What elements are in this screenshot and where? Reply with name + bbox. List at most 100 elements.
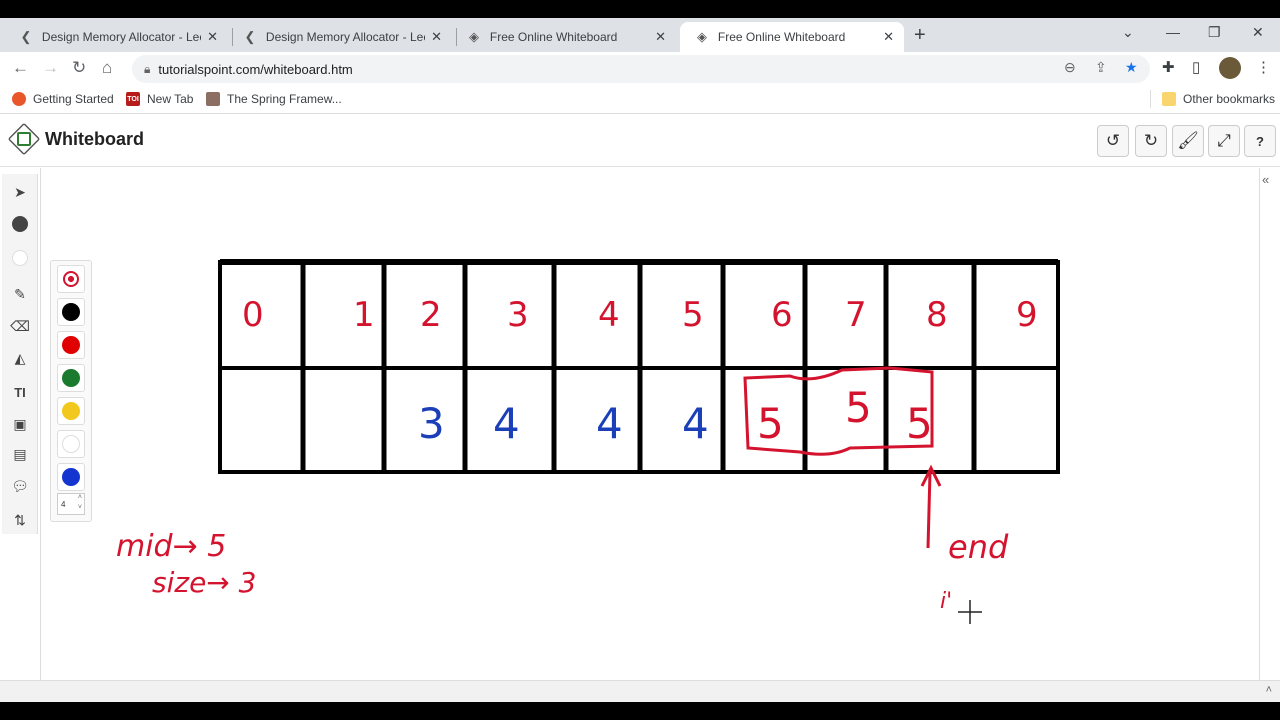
whiteboard-area: « ➤ ✎ ⌫ ◭ TI ▣ ▤ 💬︎ ⇅ 4 ˄ ˅	[0, 168, 1280, 680]
shapes-icon: ◭	[14, 349, 26, 366]
side-panel-icon[interactable]: ▯	[1192, 58, 1200, 76]
tab-1[interactable]: ❮ Design Memory Allocator - LeetC ✕	[4, 22, 228, 52]
stroke-size-stepper[interactable]: 4 ˄ ˅	[57, 493, 85, 515]
bookmark-item[interactable]: Getting Started	[12, 92, 114, 106]
color-swatch-green[interactable]	[57, 364, 85, 392]
image-icon: ▣	[13, 415, 27, 432]
help-icon: ?	[1256, 133, 1264, 149]
brush-icon: 🖌︎	[1177, 131, 1199, 150]
leetcode-icon: ❮	[244, 29, 256, 44]
close-icon[interactable]: ✕	[655, 29, 666, 45]
status-strip: ˄	[0, 680, 1280, 702]
other-bookmarks[interactable]: Other bookmarks	[1162, 92, 1275, 106]
size-large-tool[interactable]	[6, 210, 34, 238]
tab-title: Design Memory Allocator - LeetC	[41, 30, 202, 44]
chat-tool[interactable]: 💬︎	[6, 472, 34, 500]
avatar[interactable]	[1219, 57, 1241, 79]
extensions-icon[interactable]: ✚	[1162, 58, 1175, 76]
close-icon[interactable]: ✕	[883, 29, 894, 45]
eraser-tool[interactable]: ⌫	[6, 312, 34, 340]
zoom-icon[interactable]: ⊖	[1064, 59, 1076, 76]
divider	[1150, 90, 1151, 108]
eraser-icon: ⌫	[10, 317, 30, 334]
color-swatch-white[interactable]	[57, 430, 85, 458]
tab-search-icon[interactable]: ⌄	[1122, 24, 1134, 41]
chevron-down-icon[interactable]: ˅	[78, 504, 82, 511]
shapes-tool[interactable]: ◭	[6, 344, 34, 372]
color-dot	[62, 369, 80, 387]
circle-filled-icon	[12, 216, 28, 232]
image-tool[interactable]: ▣	[6, 410, 34, 438]
tab-title: Free Online Whiteboard	[489, 30, 618, 44]
stop-icon	[63, 271, 79, 287]
chat-icon: 💬︎	[11, 477, 29, 494]
help-button[interactable]: ?	[1244, 125, 1276, 157]
reload-icon[interactable]: ↻	[72, 58, 86, 78]
stroke-size-value: 4	[61, 500, 66, 509]
back-icon[interactable]: ←	[12, 58, 29, 78]
shield-icon	[206, 92, 220, 106]
size-empty-tool[interactable]	[6, 244, 34, 272]
app-header: Whiteboard ↺ ↻ 🖌︎ ⤢ ?	[0, 115, 1280, 167]
pencil-tool[interactable]: ✎	[6, 280, 34, 308]
bookmarks-bar: Getting Started TOI New Tab The Spring F…	[0, 86, 1280, 114]
text-icon: TI	[14, 384, 26, 400]
bookmark-label: The Spring Framew...	[227, 92, 342, 106]
minimize-icon[interactable]: —	[1166, 24, 1180, 40]
select-tool[interactable]: ➤	[6, 178, 34, 206]
tab-strip: ❮ Design Memory Allocator - LeetC ✕ ❮ De…	[0, 18, 1280, 52]
pointer-icon: ➤	[14, 183, 26, 200]
home-icon[interactable]: ⌂	[102, 58, 112, 78]
collapse-panel-icon[interactable]: «	[1262, 172, 1269, 187]
sort-tool[interactable]: ⇅	[6, 506, 34, 534]
chevron-up-icon[interactable]: ˄	[1266, 684, 1272, 696]
bookmark-item[interactable]: The Spring Framew...	[206, 92, 342, 106]
logo-mark	[17, 132, 31, 146]
whiteboard-canvas[interactable]	[40, 168, 1260, 680]
browser-window: ❮ Design Memory Allocator - LeetC ✕ ❮ De…	[0, 18, 1280, 702]
tab-4-active[interactable]: ◈ Free Online Whiteboard ✕	[680, 22, 904, 52]
whiteboard-icon: ◈	[696, 29, 707, 44]
url-text: tutorialspoint.com/whiteboard.htm	[158, 61, 353, 77]
text-tool[interactable]: TI	[6, 378, 34, 406]
color-swatch-red[interactable]	[57, 331, 85, 359]
pencil-icon: ✎	[14, 285, 26, 302]
whiteboard-icon: ◈	[468, 29, 479, 44]
color-swatch-black[interactable]	[57, 298, 85, 326]
layers-icon: ▤	[13, 445, 27, 462]
color-dot	[62, 468, 80, 486]
color-dot	[62, 402, 80, 420]
color-swatch-blue[interactable]	[57, 463, 85, 491]
undo-button[interactable]: ↺	[1097, 125, 1129, 157]
circle-outline-icon	[12, 250, 28, 266]
tab-title: Design Memory Allocator - LeetC	[265, 30, 426, 44]
share-icon[interactable]: ⇪	[1095, 59, 1107, 76]
layer-tool[interactable]: ▤	[6, 440, 34, 468]
color-swatch-yellow[interactable]	[57, 397, 85, 425]
color-dot	[62, 336, 80, 354]
clear-button[interactable]: 🖌︎	[1172, 125, 1204, 157]
color-dot	[62, 303, 80, 321]
fullscreen-button[interactable]: ⤢	[1208, 125, 1240, 157]
close-icon[interactable]: ✕	[207, 29, 218, 45]
close-icon[interactable]: ✕	[431, 29, 442, 45]
bookmark-label: New Tab	[147, 92, 194, 106]
tab-3[interactable]: ◈ Free Online Whiteboard ✕	[452, 22, 676, 52]
address-bar[interactable]: 🔒︎ tutorialspoint.com/whiteboard.htm	[132, 55, 1150, 83]
restore-icon[interactable]: ❐	[1208, 24, 1221, 41]
expand-icon: ⤢	[1217, 131, 1231, 150]
lock-icon: 🔒︎	[144, 61, 151, 76]
other-bookmarks-label: Other bookmarks	[1183, 92, 1276, 106]
bookmark-star-icon[interactable]: ★	[1125, 59, 1138, 76]
no-color-swatch[interactable]	[57, 265, 85, 293]
chevron-up-icon[interactable]: ˄	[78, 494, 82, 501]
redo-button[interactable]: ↻	[1135, 125, 1167, 157]
tab-2[interactable]: ❮ Design Memory Allocator - LeetC ✕	[228, 22, 452, 52]
menu-icon[interactable]: ⋮	[1256, 58, 1271, 76]
color-palette: 4 ˄ ˅	[50, 260, 92, 522]
bookmark-label: Getting Started	[33, 92, 114, 106]
bookmark-item[interactable]: TOI New Tab	[126, 92, 193, 106]
window-close-icon[interactable]: ✕	[1252, 24, 1264, 41]
new-tab-icon[interactable]: +	[914, 25, 926, 45]
forward-icon[interactable]: →	[42, 58, 59, 78]
